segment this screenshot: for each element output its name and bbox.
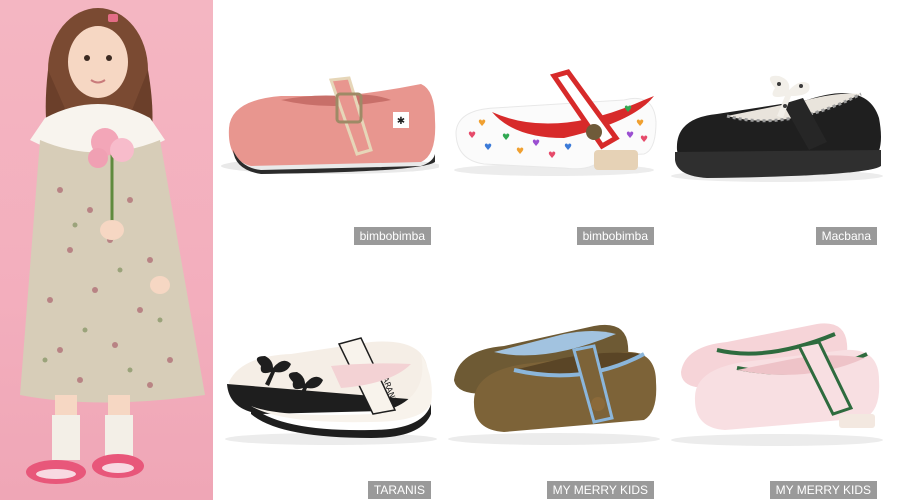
svg-text:♥: ♥ [626, 131, 634, 141]
black-leather-bow-shoe-icon [671, 75, 883, 182]
svg-text:♥: ♥ [468, 131, 476, 141]
hero-photo[interactable] [0, 0, 213, 500]
product-tile[interactable]: ✱ bimbobimba [221, 0, 439, 249]
svg-text:♥: ♥ [564, 143, 572, 153]
svg-text:♥: ♥ [636, 119, 644, 129]
brand-tag[interactable]: bimbobimba [576, 227, 654, 245]
product-tile[interactable]: Macbana [667, 0, 885, 249]
product-tile[interactable]: MY MERRY KIDS [444, 254, 662, 503]
svg-text:♥: ♥ [640, 135, 648, 145]
svg-text:♥: ♥ [478, 119, 486, 129]
product-tile[interactable]: MY MERRY KIDS [667, 254, 885, 503]
brand-tag[interactable]: TARANIS [367, 481, 431, 499]
svg-text:♥: ♥ [484, 143, 492, 153]
brand-tag[interactable]: MY MERRY KIDS [769, 481, 877, 499]
svg-text:♥: ♥ [548, 151, 556, 161]
brand-tag[interactable]: MY MERRY KIDS [546, 481, 654, 499]
white-heart-print-mary-jane-shoe-icon: ♥♥ ♥♥ ♥♥ ♥♥ ♥♥ ♥♥ [454, 69, 657, 176]
svg-text:♥: ♥ [624, 105, 632, 115]
svg-text:♥: ♥ [516, 147, 524, 157]
brand-tag[interactable]: Macbana [815, 227, 877, 245]
olive-velvet-mary-jane-shoe-icon [448, 324, 660, 445]
product-tile[interactable]: TARANIS TARANIS [221, 254, 439, 503]
svg-text:♥: ♥ [532, 139, 540, 149]
svg-text:♥: ♥ [502, 133, 510, 143]
product-tile[interactable]: ♥ ♥ ♥ ♥ ♥ ♥ ♥ ♥ ♥ ♥ ♥ ♥ bimbobimba [444, 0, 662, 249]
white-ballet-bow-shoe-icon: TARANIS [225, 337, 437, 445]
brand-tag[interactable]: bimbobimba [353, 227, 431, 245]
svg-text:✱: ✱ [397, 116, 405, 127]
pink-linen-mary-jane-shoe-icon: ✱ [221, 76, 439, 174]
girl-in-floral-dress-icon [20, 8, 205, 484]
pink-patent-mary-jane-shoe-icon [671, 323, 883, 446]
